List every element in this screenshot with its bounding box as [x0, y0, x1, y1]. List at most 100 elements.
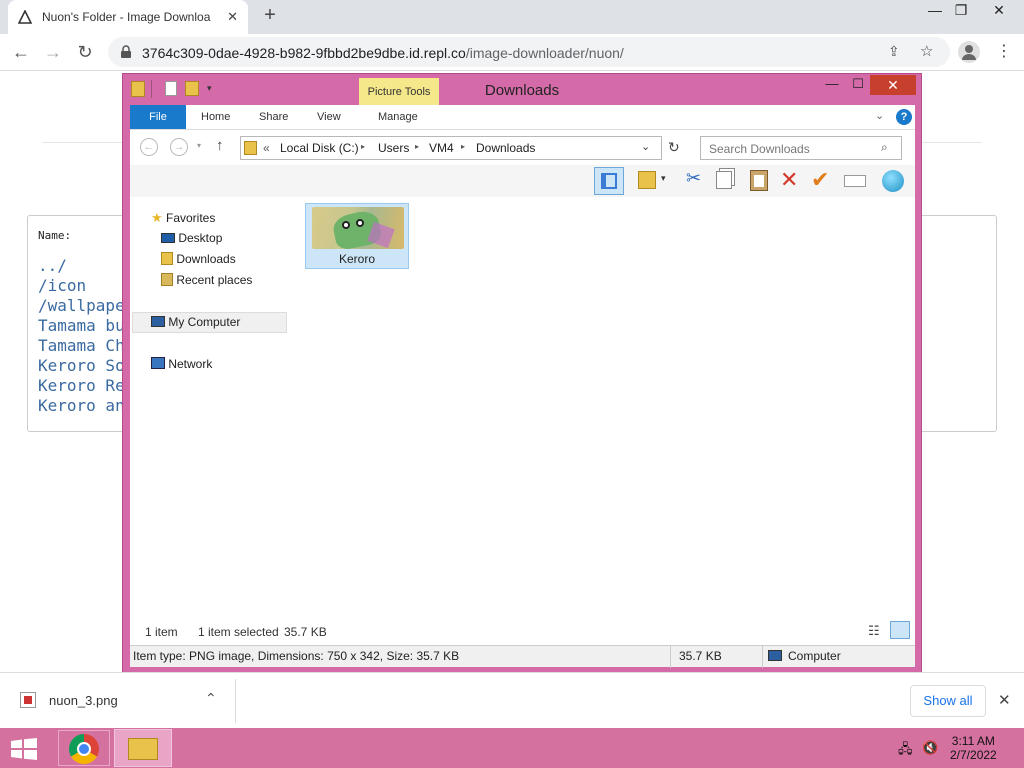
- site-favicon-icon: [18, 10, 32, 24]
- tab-share[interactable]: Share: [259, 111, 288, 123]
- address-row: ← → ▾ ↑ « Local Disk (C:) ▸ Users ▸ VM4 …: [130, 129, 915, 165]
- forward-arrow-icon[interactable]: →: [42, 42, 64, 63]
- url-path: /image-downloader/nuon/: [465, 45, 624, 61]
- recent-locations-icon[interactable]: ▾: [197, 141, 201, 150]
- tab-manage[interactable]: Manage: [378, 111, 418, 123]
- browser-tab[interactable]: Nuon's Folder - Image Downloa ✕: [8, 0, 248, 34]
- paste-icon[interactable]: [750, 170, 768, 191]
- up-arrow-icon[interactable]: ↑: [216, 137, 224, 154]
- maximize-icon[interactable]: ☐: [847, 76, 869, 96]
- file-link[interactable]: Keroro Re: [38, 376, 125, 396]
- file-explorer-icon: [128, 738, 158, 760]
- file-link[interactable]: /wallpape: [38, 296, 125, 316]
- breadcrumb-local-disk[interactable]: Local Disk (C:): [280, 141, 359, 155]
- globe-icon[interactable]: [882, 170, 904, 192]
- command-bar: ▾ ✂ ✕ ✔: [130, 165, 915, 197]
- file-link[interactable]: Keroro an: [38, 396, 125, 416]
- back-arrow-icon[interactable]: ←: [10, 42, 32, 63]
- large-icons-view-icon[interactable]: [890, 621, 910, 639]
- forward-icon[interactable]: →: [170, 138, 188, 156]
- url-host: 3764c309-0dae-4928-b982-9fbbd2be9dbe.id.…: [142, 45, 466, 61]
- network-icon: [151, 357, 165, 369]
- chevron-right-icon: ▸: [361, 142, 366, 151]
- taskbar-file-explorer[interactable]: [114, 729, 172, 767]
- nav-recent-places[interactable]: Recent places: [161, 273, 252, 287]
- rename-check-icon[interactable]: ✔: [811, 167, 829, 193]
- image-thumbnail: [312, 207, 404, 249]
- file-link[interactable]: ../: [38, 256, 125, 276]
- selected-size: 35.7 KB: [284, 625, 327, 639]
- menu-kebab-icon[interactable]: ⋮: [996, 41, 1012, 61]
- new-tab-button[interactable]: +: [258, 4, 282, 27]
- close-window-icon[interactable]: ✕: [984, 2, 1014, 19]
- profile-avatar-icon[interactable]: [958, 41, 980, 63]
- taskbar: 🖧 🔇 3:11 AM 2/7/2022: [0, 728, 1024, 768]
- browser-toolbar: ← → ↻ 3764c309-0dae-4928-b982-9fbbd2be9d…: [0, 34, 1024, 71]
- cut-icon[interactable]: ✂: [686, 168, 701, 189]
- tab-file[interactable]: File: [130, 105, 186, 129]
- close-download-bar-icon[interactable]: ✕: [998, 691, 1011, 709]
- explorer-titlebar[interactable]: ▾ Downloads Picture Tools — ☐ ✕: [123, 74, 921, 106]
- file-link[interactable]: Tamama Ch: [38, 336, 125, 356]
- detail-size: 35.7 KB: [679, 649, 722, 663]
- minimize-icon[interactable]: —: [821, 76, 843, 96]
- back-icon[interactable]: ←: [140, 138, 158, 156]
- detail-location: Computer: [788, 649, 841, 663]
- reload-icon[interactable]: ↻: [74, 42, 96, 63]
- breadcrumb-overflow[interactable]: «: [263, 141, 270, 155]
- nav-my-computer[interactable]: My Computer: [151, 315, 240, 329]
- show-all-button[interactable]: Show all: [910, 685, 986, 717]
- download-filename[interactable]: nuon_3.png: [49, 693, 118, 708]
- breadcrumb[interactable]: « Local Disk (C:) ▸ Users ▸ VM4 ▸ Downlo…: [240, 136, 662, 160]
- ribbon-expand-icon[interactable]: ⌄: [875, 109, 884, 122]
- copy-icon[interactable]: [716, 171, 732, 189]
- details-view-icon[interactable]: ☷: [868, 623, 880, 639]
- picture-tools-header: Picture Tools: [359, 78, 439, 106]
- nav-network[interactable]: Network: [151, 357, 212, 371]
- share-icon[interactable]: ⇪: [888, 43, 900, 60]
- tab-title: Nuon's Folder - Image Downloa: [42, 10, 211, 24]
- select-folder-icon[interactable]: [638, 171, 656, 189]
- breadcrumb-downloads[interactable]: Downloads: [476, 141, 535, 155]
- preview-pane-icon[interactable]: [594, 167, 624, 195]
- search-icon[interactable]: ⌕: [881, 140, 888, 155]
- nav-downloads[interactable]: Downloads: [161, 252, 236, 266]
- delete-icon[interactable]: ✕: [780, 167, 798, 193]
- explorer-content: ★ Favorites Desktop Downloads Recent pla…: [130, 197, 915, 617]
- bookmark-star-icon[interactable]: ☆: [920, 42, 933, 60]
- breadcrumb-users[interactable]: Users: [378, 141, 409, 155]
- help-icon[interactable]: ?: [896, 109, 912, 125]
- nav-favorites[interactable]: ★ Favorites: [151, 210, 215, 226]
- dropdown-icon[interactable]: ▾: [661, 173, 666, 184]
- address-dropdown-icon[interactable]: ⌄: [641, 140, 650, 153]
- status-bar: 1 item 1 item selected 35.7 KB ☷: [130, 617, 915, 645]
- desktop-icon: [161, 233, 175, 243]
- file-link[interactable]: /icon: [38, 276, 125, 296]
- search-input[interactable]: Search Downloads ⌕: [700, 136, 902, 160]
- taskbar-clock[interactable]: 3:11 AM 2/7/2022: [950, 734, 997, 762]
- close-icon[interactable]: ✕: [870, 75, 916, 95]
- selected-count: 1 item selected: [198, 625, 279, 639]
- volume-muted-icon[interactable]: 🔇: [922, 740, 938, 756]
- file-link[interactable]: Keroro So: [38, 356, 125, 376]
- taskbar-chrome[interactable]: [58, 730, 110, 766]
- tab-home[interactable]: Home: [201, 111, 230, 123]
- file-item-selected[interactable]: Keroro: [305, 203, 409, 269]
- refresh-icon[interactable]: ↻: [668, 139, 680, 156]
- nav-desktop[interactable]: Desktop: [161, 231, 222, 245]
- file-link[interactable]: Tamama bu: [38, 316, 125, 336]
- navigation-pane: ★ Favorites Desktop Downloads Recent pla…: [130, 197, 290, 617]
- network-tray-icon[interactable]: 🖧: [898, 740, 913, 762]
- address-bar[interactable]: 3764c309-0dae-4928-b982-9fbbd2be9dbe.id.…: [108, 37, 950, 67]
- download-bar: nuon_3.png ⌃ Show all ✕: [0, 672, 1024, 728]
- restore-icon[interactable]: ❐: [946, 2, 976, 19]
- breadcrumb-vm4[interactable]: VM4: [429, 141, 454, 155]
- properties-icon[interactable]: [844, 175, 866, 187]
- explorer-window: ▾ Downloads Picture Tools — ☐ ✕ File Hom…: [122, 73, 922, 673]
- name-column-label: Name:: [38, 229, 72, 242]
- close-tab-icon[interactable]: ✕: [227, 9, 238, 25]
- tab-view[interactable]: View: [317, 111, 341, 123]
- chevron-up-icon[interactable]: ⌃: [205, 690, 217, 707]
- windows-start-icon[interactable]: [10, 738, 38, 760]
- chevron-right-icon: ▸: [415, 142, 420, 151]
